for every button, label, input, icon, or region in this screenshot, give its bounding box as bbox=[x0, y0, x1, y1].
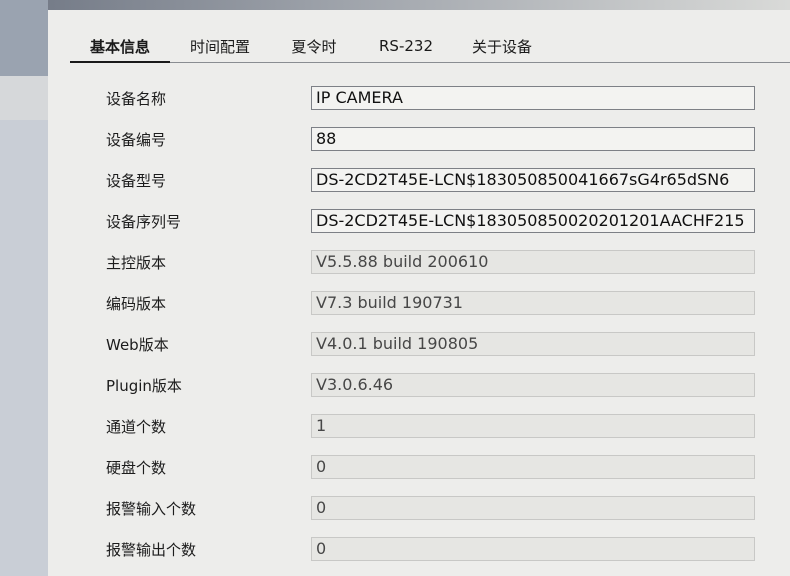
device-number-input[interactable]: 88 bbox=[311, 127, 755, 151]
device-info-screen: 基本信息 时间配置 夏令时 RS-232 关于设备 设备名称 IP CAMERA… bbox=[0, 0, 790, 576]
alarm-input-count-field: 0 bbox=[311, 496, 755, 520]
device-model-label: 设备型号 bbox=[106, 172, 167, 190]
row-firmware-version: 主控版本 V5.5.88 build 200610 bbox=[106, 250, 766, 291]
row-hdd-count: 硬盘个数 0 bbox=[106, 455, 766, 496]
row-device-name: 设备名称 IP CAMERA bbox=[106, 86, 766, 127]
row-alarm-output-count: 报警输出个数 0 bbox=[106, 537, 766, 576]
row-channel-count: 通道个数 1 bbox=[106, 414, 766, 455]
web-version-field: V4.0.1 build 190805 bbox=[311, 332, 755, 356]
encoding-version-label: 编码版本 bbox=[106, 295, 167, 313]
row-plugin-version: Plugin版本 V3.0.6.46 bbox=[106, 373, 766, 414]
serial-number-field: DS-2CD2T45E-LCN$183050850020201201AACHF2… bbox=[311, 209, 755, 233]
top-bezel bbox=[0, 0, 790, 10]
tab-basic-info[interactable]: 基本信息 bbox=[70, 30, 170, 63]
channel-count-field: 1 bbox=[311, 414, 755, 438]
settings-tabs: 基本信息 时间配置 夏令时 RS-232 关于设备 bbox=[70, 30, 790, 63]
device-info-form: 设备名称 IP CAMERA 设备编号 88 设备型号 DS-2CD2T45E-… bbox=[106, 86, 766, 576]
device-number-label: 设备编号 bbox=[106, 131, 167, 149]
tab-about-device[interactable]: 关于设备 bbox=[454, 30, 550, 62]
tab-dst[interactable]: 夏令时 bbox=[270, 30, 358, 62]
device-model-field: DS-2CD2T45E-LCN$183050850041667sG4r65dSN… bbox=[311, 168, 755, 192]
alarm-output-count-label: 报警输出个数 bbox=[106, 541, 197, 559]
firmware-version-field: V5.5.88 build 200610 bbox=[311, 250, 755, 274]
hdd-count-field: 0 bbox=[311, 455, 755, 479]
row-alarm-input-count: 报警输入个数 0 bbox=[106, 496, 766, 537]
left-sidebar bbox=[0, 0, 48, 576]
row-device-number: 设备编号 88 bbox=[106, 127, 766, 168]
sidebar-block-top bbox=[0, 0, 48, 76]
hdd-count-label: 硬盘个数 bbox=[106, 459, 167, 477]
row-serial-number: 设备序列号 DS-2CD2T45E-LCN$183050850020201201… bbox=[106, 209, 766, 250]
device-name-label: 设备名称 bbox=[106, 90, 167, 108]
channel-count-label: 通道个数 bbox=[106, 418, 167, 436]
device-name-input[interactable]: IP CAMERA bbox=[311, 86, 755, 110]
tab-time-settings[interactable]: 时间配置 bbox=[170, 30, 270, 62]
encoding-version-field: V7.3 build 190731 bbox=[311, 291, 755, 315]
row-encoding-version: 编码版本 V7.3 build 190731 bbox=[106, 291, 766, 332]
web-version-label: Web版本 bbox=[106, 336, 169, 354]
tab-rs232[interactable]: RS-232 bbox=[358, 30, 454, 62]
alarm-input-count-label: 报警输入个数 bbox=[106, 500, 197, 518]
serial-number-label: 设备序列号 bbox=[106, 213, 182, 231]
row-web-version: Web版本 V4.0.1 build 190805 bbox=[106, 332, 766, 373]
plugin-version-field: V3.0.6.46 bbox=[311, 373, 755, 397]
sidebar-block-lower bbox=[0, 120, 48, 576]
row-device-model: 设备型号 DS-2CD2T45E-LCN$183050850041667sG4r… bbox=[106, 168, 766, 209]
plugin-version-label: Plugin版本 bbox=[106, 377, 182, 395]
alarm-output-count-field: 0 bbox=[311, 537, 755, 561]
firmware-version-label: 主控版本 bbox=[106, 254, 167, 272]
